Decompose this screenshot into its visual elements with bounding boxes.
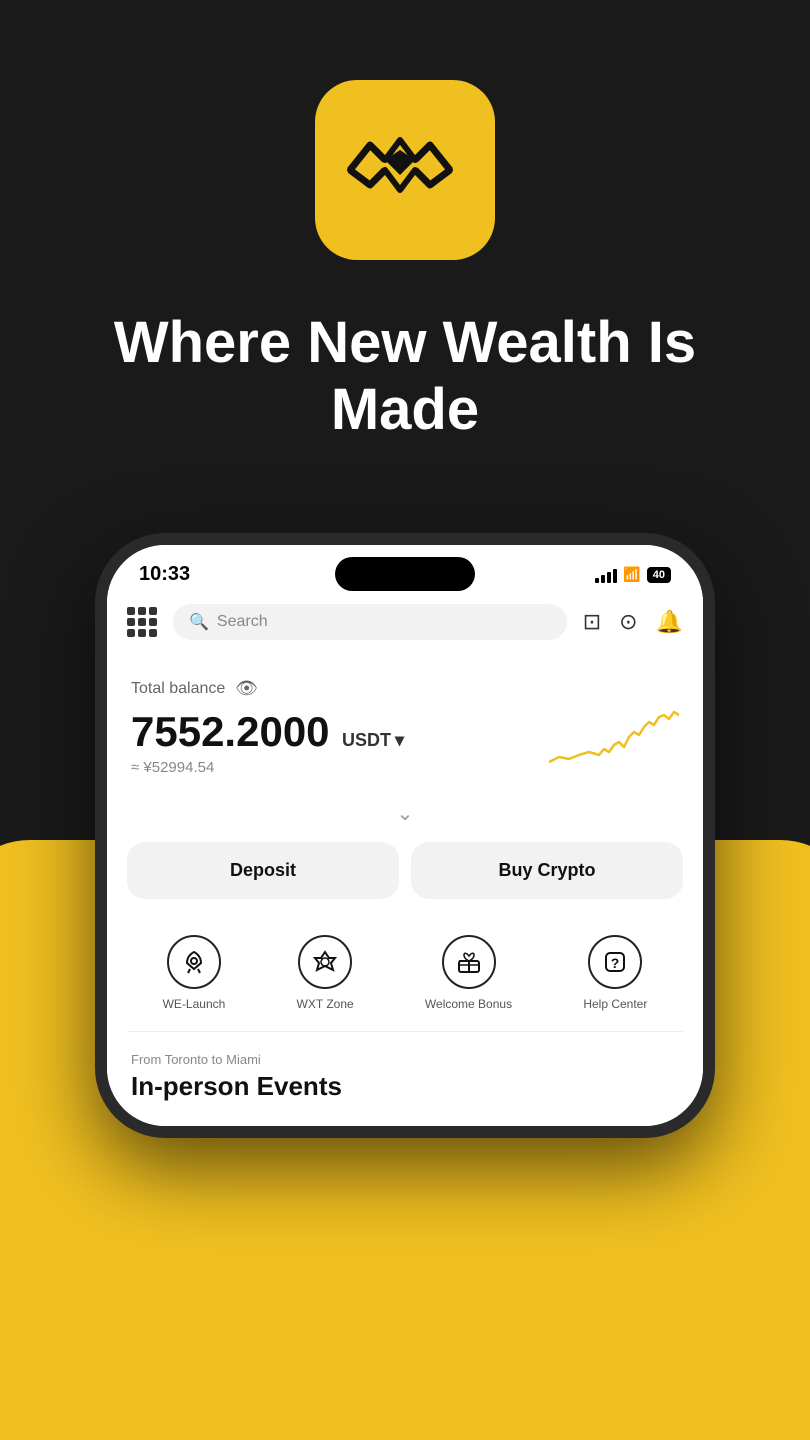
- help-center-icon: ?: [588, 935, 642, 989]
- events-subtitle: From Toronto to Miami: [131, 1052, 679, 1067]
- currency-dropdown-icon[interactable]: ▾: [395, 730, 404, 751]
- scan-icon[interactable]: ⊡: [583, 609, 601, 635]
- svg-text:?: ?: [611, 955, 620, 971]
- signal-icon: [595, 567, 617, 583]
- wifi-icon: 📶: [623, 566, 640, 583]
- chevron-row[interactable]: ⌄: [107, 793, 703, 842]
- header-actions: ⊡ ⊙ 🔔: [583, 609, 683, 635]
- balance-currency: USDT ▾: [342, 730, 404, 751]
- support-icon[interactable]: ⊙: [619, 609, 637, 635]
- currency-label: USDT: [342, 730, 391, 751]
- visibility-icon[interactable]: 👁: [235, 678, 258, 699]
- feature-welcome-bonus[interactable]: Welcome Bonus: [425, 935, 512, 1011]
- we-launch-icon: [167, 935, 221, 989]
- phone-outer-frame: 10:33 📶 40 🔍 S: [95, 533, 715, 1138]
- welcome-bonus-label: Welcome Bonus: [425, 997, 512, 1011]
- feature-wxt-zone[interactable]: WXT Zone: [297, 935, 354, 1011]
- help-center-label: Help Center: [583, 997, 647, 1011]
- feature-help-center[interactable]: ? Help Center: [583, 935, 647, 1011]
- we-launch-label: WE-Launch: [163, 997, 226, 1011]
- search-icon: 🔍: [189, 612, 209, 632]
- welcome-bonus-icon: [442, 935, 496, 989]
- features-row: WE-Launch WXT Zone: [107, 919, 703, 1031]
- deposit-button[interactable]: Deposit: [127, 842, 399, 899]
- balance-label: Total balance: [131, 680, 225, 698]
- phone-mockup: 10:33 📶 40 🔍 S: [0, 533, 810, 1138]
- balance-header: Total balance 👁: [131, 678, 679, 699]
- balance-row: 7552.2000 USDT ▾ ≈ ¥52994.54: [131, 707, 679, 777]
- balance-display: 7552.2000 USDT ▾: [131, 709, 404, 755]
- search-bar[interactable]: 🔍 Search: [173, 604, 567, 640]
- app-header: 🔍 Search ⊡ ⊙ 🔔: [107, 594, 703, 654]
- bell-icon[interactable]: 🔔: [656, 609, 683, 635]
- app-icon: [315, 80, 495, 260]
- balance-left: 7552.2000 USDT ▾ ≈ ¥52994.54: [131, 709, 404, 776]
- hero-tagline: Where New Wealth Is Made: [0, 310, 810, 443]
- buy-crypto-button[interactable]: Buy Crypto: [411, 842, 683, 899]
- status-time: 10:33: [139, 563, 190, 586]
- feature-we-launch[interactable]: WE-Launch: [163, 935, 226, 1011]
- balance-fiat: ≈ ¥52994.54: [131, 759, 404, 776]
- balance-section: Total balance 👁 7552.2000 USDT ▾ ≈ ¥5299…: [107, 654, 703, 793]
- notch: [335, 557, 475, 591]
- wxt-zone-label: WXT Zone: [297, 997, 354, 1011]
- balance-amount: 7552.2000: [131, 708, 330, 755]
- events-section: From Toronto to Miami In-person Events: [107, 1032, 703, 1126]
- grid-menu-icon[interactable]: [127, 607, 157, 637]
- search-placeholder: Search: [217, 613, 268, 631]
- action-buttons: Deposit Buy Crypto: [107, 842, 703, 919]
- status-bar: 10:33 📶 40: [107, 545, 703, 594]
- status-icons: 📶 40: [595, 566, 671, 583]
- chevron-down-icon: ⌄: [397, 801, 414, 826]
- phone-screen: 10:33 📶 40 🔍 S: [107, 545, 703, 1126]
- hero-section: Where New Wealth Is Made: [0, 0, 810, 553]
- wxt-zone-icon: [298, 935, 352, 989]
- events-title: In-person Events: [131, 1071, 679, 1102]
- mini-chart: [549, 707, 679, 777]
- battery-icon: 40: [647, 567, 671, 583]
